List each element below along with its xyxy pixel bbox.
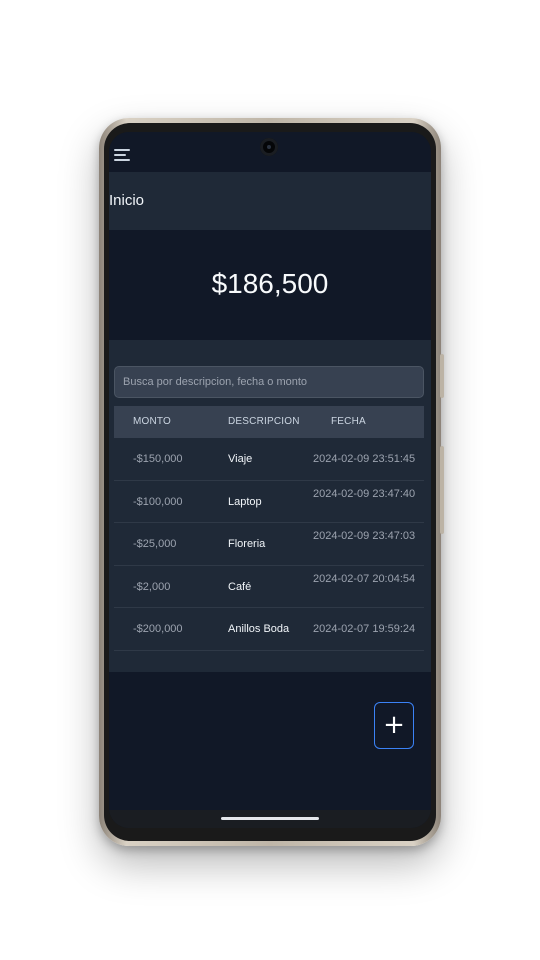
row-description: Viaje [228, 453, 253, 465]
app-header: Inicio [109, 172, 431, 230]
front-camera [260, 138, 278, 156]
row-description: Anillos Boda [228, 623, 290, 636]
row-description: Laptop [228, 495, 262, 508]
transactions-table: -$150,000 Viaje 2024-02-09 23:51:45 -$10… [114, 438, 424, 651]
row-description: Floreria [228, 538, 266, 551]
row-date: 2024-02-07 20:04:54 [313, 572, 416, 585]
app-screen: Inicio $186,500 MONTO DESCRIPCION FECHA … [109, 132, 431, 828]
column-header-fecha[interactable]: FECHA [331, 416, 366, 427]
table-row[interactable]: -$2,000 Café 2024-02-07 20:04:54 [114, 566, 424, 609]
transactions-panel: MONTO DESCRIPCION FECHA -$150,000 Viaje … [109, 340, 431, 672]
volume-button [440, 354, 444, 398]
row-date: 2024-02-09 23:47:03 [313, 530, 416, 543]
column-header-monto[interactable]: MONTO [133, 416, 171, 427]
hamburger-menu-icon[interactable] [114, 149, 130, 161]
row-date: 2024-02-07 19:59:24 [313, 623, 416, 636]
row-date: 2024-02-09 23:47:40 [313, 487, 416, 500]
page-title: Inicio [109, 192, 145, 209]
table-header: MONTO DESCRIPCION FECHA [114, 406, 424, 438]
balance-value: $186,500 [211, 268, 329, 299]
home-indicator[interactable] [221, 817, 319, 820]
table-row[interactable]: -$25,000 Floreria 2024-02-09 23:47:03 [114, 523, 424, 566]
column-header-descripcion[interactable]: DESCRIPCION [228, 416, 300, 427]
balance-section: $186,500 [109, 230, 431, 340]
plus-icon: + [383, 710, 405, 740]
row-amount: -$2,000 [133, 580, 171, 593]
table-row[interactable]: -$200,000 Anillos Boda 2024-02-07 19:59:… [114, 608, 424, 651]
search-input[interactable] [114, 366, 424, 398]
row-amount: -$100,000 [133, 495, 183, 508]
table-row[interactable]: -$150,000 Viaje 2024-02-09 23:51:45 [114, 438, 424, 481]
table-row[interactable]: -$100,000 Laptop 2024-02-09 23:47:40 [114, 481, 424, 524]
add-transaction-button[interactable]: + [374, 702, 414, 749]
row-amount: -$200,000 [133, 623, 183, 636]
power-button [440, 446, 444, 534]
row-amount: -$25,000 [133, 538, 177, 551]
status-bar [109, 132, 431, 172]
device-mockup: Inicio $186,500 MONTO DESCRIPCION FECHA … [0, 0, 540, 960]
row-date: 2024-02-09 23:51:45 [313, 453, 416, 465]
row-description: Café [228, 580, 252, 593]
row-amount: -$150,000 [133, 453, 183, 465]
